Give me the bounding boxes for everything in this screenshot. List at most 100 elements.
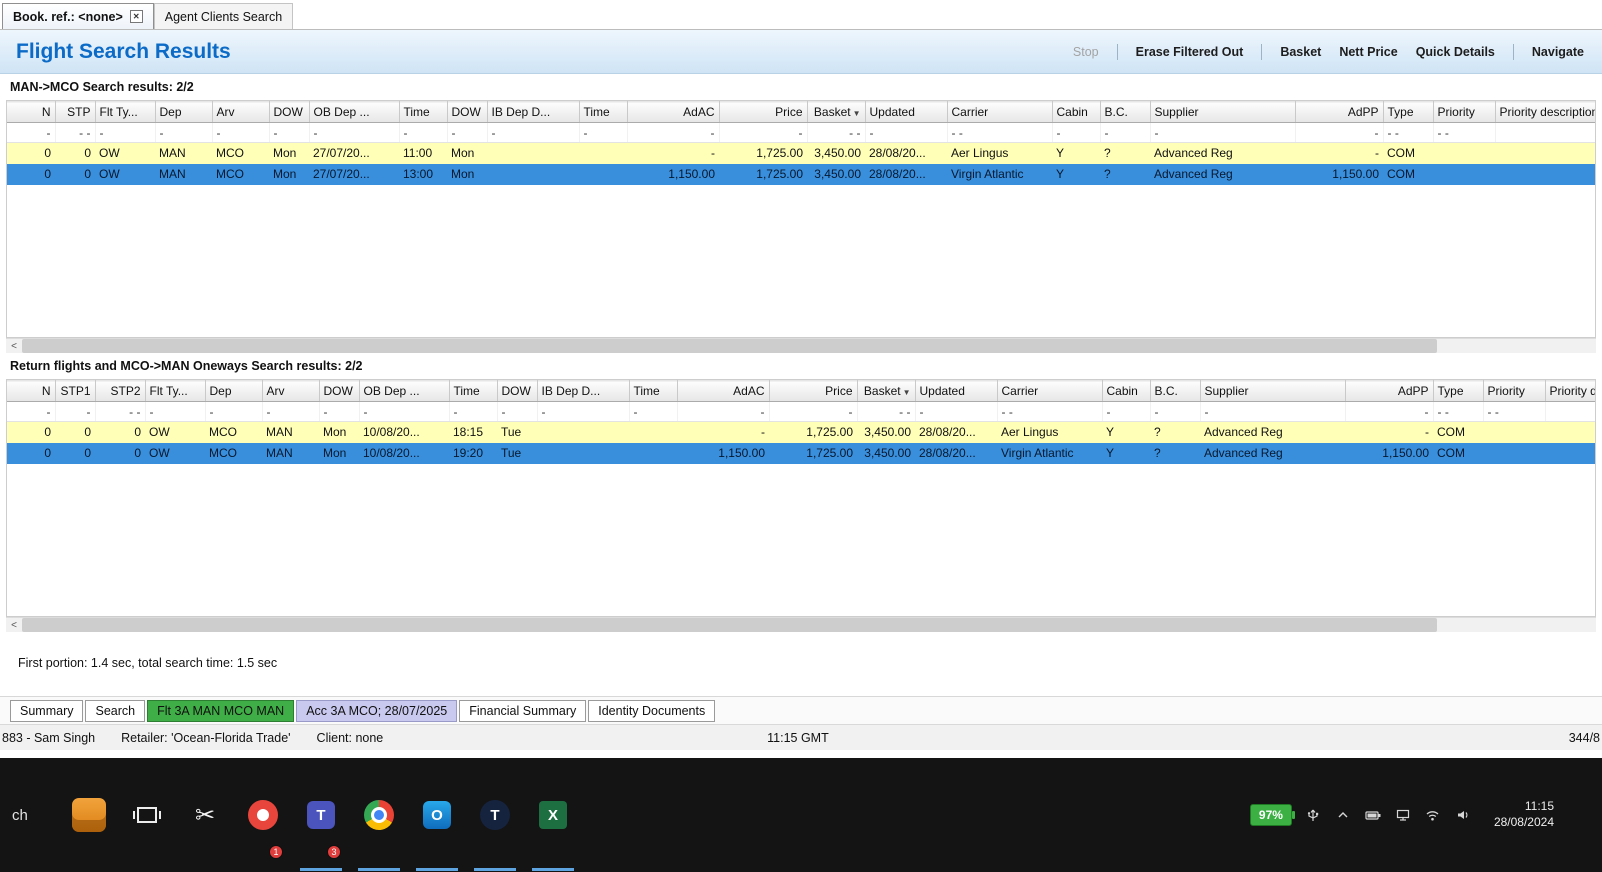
chevron-up-icon[interactable] [1334,806,1352,824]
column-header-flt-ty[interactable]: Flt Ty... [145,380,206,402]
column-header-time[interactable]: Time [629,380,678,402]
red-browser-taskbar-button[interactable]: 1 [234,758,292,872]
column-header-updated[interactable]: Updated [865,101,948,123]
filter-cell[interactable]: - - [55,122,96,143]
filter-cell[interactable]: - [719,122,808,143]
column-header-adpp[interactable]: AdPP [1345,380,1434,402]
filter-cell[interactable]: - - [1433,122,1496,143]
filter-cell[interactable]: - - [807,122,866,143]
filter-cell[interactable]: - [449,401,498,422]
result-row[interactable]: 0 0 OW MAN MCO Mon 27/07/20... 11:00 Mon -1,725.0… [7,142,1595,164]
filter-cell[interactable]: - [487,122,580,143]
toolbar-button-stop[interactable]: Stop [1073,45,1099,59]
filter-cell[interactable]: - [205,401,263,422]
column-header-carrier[interactable]: Carrier [947,101,1053,123]
taskbar-search-text[interactable]: ch [0,807,60,824]
bottom-tab-identity-documents[interactable]: Identity Documents [588,699,716,722]
filter-cell[interactable]: - [497,401,538,422]
filter-cell[interactable]: - - [997,401,1103,422]
column-header-adac[interactable]: AdAC [677,380,770,402]
column-header-adpp[interactable]: AdPP [1295,101,1384,123]
column-header-arv[interactable]: Arv [212,101,270,123]
teams-taskbar-button[interactable]: T3 [292,758,350,872]
bottom-tab-search[interactable]: Search [85,699,146,722]
scroll-left-button[interactable]: < [6,339,22,353]
column-header-arv[interactable]: Arv [262,380,320,402]
battery-percentage[interactable]: 97% [1249,804,1292,826]
column-header-dep[interactable]: Dep [205,380,263,402]
column-header-adac[interactable]: AdAC [627,101,720,123]
column-header-basket[interactable]: Basket ▼ [807,101,866,123]
filter-cell[interactable]: - [319,401,360,422]
filter-cell[interactable]: - [7,122,56,143]
filter-cell[interactable]: - [447,122,488,143]
bottom-tab-financial-summary[interactable]: Financial Summary [459,699,587,722]
toolbar-button-erase-filtered-out[interactable]: Erase Filtered Out [1136,45,1244,59]
filter-cell[interactable]: - [269,122,310,143]
wifi-icon[interactable] [1424,806,1442,824]
toolbar-button-nett-price[interactable]: Nett Price [1339,45,1397,59]
scissors-app-taskbar-button[interactable]: ✂ [176,758,234,872]
filter-cell[interactable]: - [359,401,450,422]
filter-cell[interactable]: - [1345,401,1434,422]
filter-cell[interactable]: - [915,401,998,422]
speaker-icon[interactable] [1454,806,1472,824]
filter-cell[interactable]: - [212,122,270,143]
column-header-flt-ty[interactable]: Flt Ty... [95,101,156,123]
column-header-ib-dep-d[interactable]: IB Dep D... [487,101,580,123]
column-header-dow[interactable]: DOW [269,101,310,123]
column-header-stp2[interactable]: STP2 [95,380,146,402]
filter-cell[interactable]: - - [1433,401,1484,422]
excel-taskbar-button[interactable]: X [524,758,582,872]
filter-cell[interactable]: - - [947,122,1053,143]
filter-cell[interactable]: - [1150,122,1296,143]
filter-cell[interactable]: - [769,401,858,422]
result-row[interactable]: 0 0 OW MAN MCO Mon 27/07/20... 13:00 Mon 1,150.00… [7,163,1595,185]
ethernet-icon[interactable] [1394,806,1412,824]
filter-cell[interactable]: - - [95,401,146,422]
filter-cell[interactable]: - [55,401,96,422]
filter-cell[interactable]: - [629,401,678,422]
filter-cell[interactable]: - [155,122,213,143]
column-header-ob-dep[interactable]: OB Dep ... [309,101,400,123]
scrollbar-track[interactable] [1437,339,1596,353]
battery-icon[interactable] [1364,806,1382,824]
column-header-b-c[interactable]: B.C. [1150,380,1201,402]
outlook-taskbar-button[interactable]: O [408,758,466,872]
filter-cell[interactable]: - [1100,122,1151,143]
close-icon[interactable]: ✕ [129,10,143,23]
toolbar-button-quick-details[interactable]: Quick Details [1416,45,1495,59]
filter-cell[interactable]: - [1150,401,1201,422]
column-header-supplier[interactable]: Supplier [1200,380,1346,402]
column-header-dow[interactable]: DOW [497,380,538,402]
scrollbar-thumb[interactable] [22,618,1438,632]
filter-cell[interactable]: - [262,401,320,422]
column-header-time[interactable]: Time [579,101,628,123]
column-header-ob-dep[interactable]: OB Dep ... [359,380,450,402]
column-header-n[interactable]: N [7,101,56,123]
orange-app-taskbar-button[interactable] [60,758,118,872]
result-row[interactable]: 0 0 0 OW MCO MAN Mon 10/08/20... 18:15 Tue -1,725.… [7,421,1595,443]
column-header-priority[interactable]: Priority [1433,101,1496,123]
column-header-cabin[interactable]: Cabin [1052,101,1101,123]
column-header-type[interactable]: Type [1433,380,1484,402]
filter-cell[interactable]: - - [1483,401,1546,422]
filter-cell[interactable]: - - [1383,122,1434,143]
filter-cell[interactable]: - [309,122,400,143]
column-header-priority-de[interactable]: Priority de... [1545,380,1595,402]
filter-cell[interactable]: - [1052,122,1101,143]
filter-cell[interactable]: - [1295,122,1384,143]
column-header-dow[interactable]: DOW [447,101,488,123]
column-header-time[interactable]: Time [449,380,498,402]
filter-cell[interactable]: - [537,401,630,422]
scrollbar-track[interactable] [1437,618,1596,632]
result-row[interactable]: 0 0 0 OW MCO MAN Mon 10/08/20... 19:20 Tue 1,150.0… [7,442,1595,464]
column-header-cabin[interactable]: Cabin [1102,380,1151,402]
filter-cell[interactable]: - - [857,401,916,422]
bottom-tab-flt-3a-man-mco-man[interactable]: Flt 3A MAN MCO MAN [147,699,295,722]
column-header-time[interactable]: Time [399,101,448,123]
window-tab-book-ref-none[interactable]: Book. ref.: <none> ✕ [2,3,154,29]
column-header-ib-dep-d[interactable]: IB Dep D... [537,380,630,402]
filter-cell[interactable]: - [7,401,56,422]
column-header-n[interactable]: N [7,380,56,402]
